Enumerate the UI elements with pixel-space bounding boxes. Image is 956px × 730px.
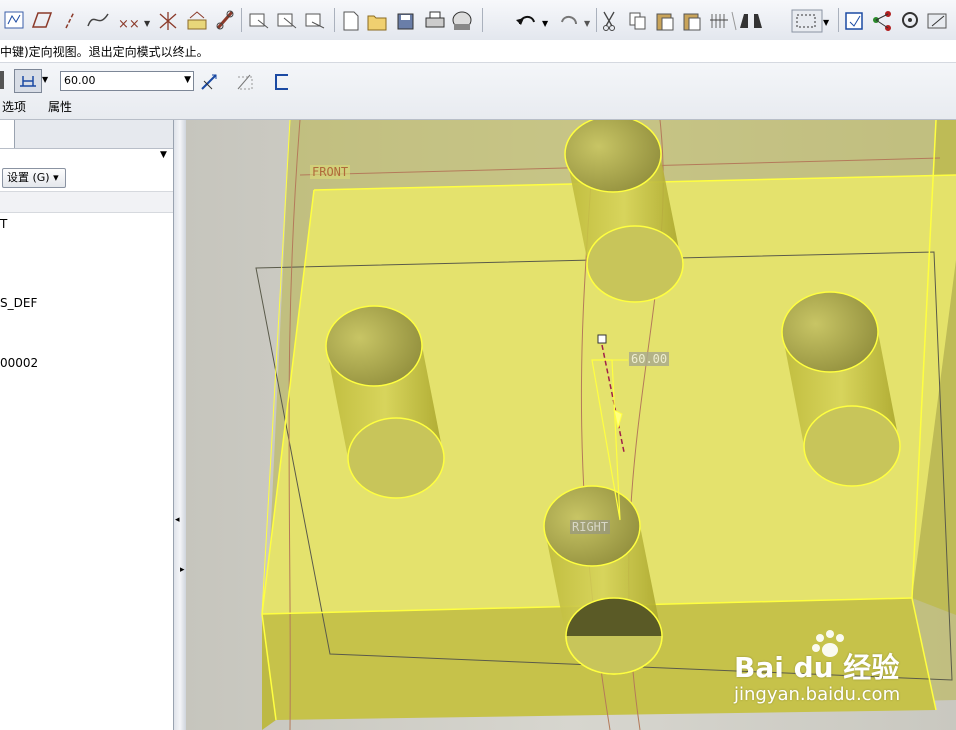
undo-icon[interactable]: ▼ — [516, 16, 549, 28]
tree-item[interactable]: S_DEF — [0, 296, 37, 310]
view-icon[interactable] — [249, 13, 269, 29]
regenerate-icon[interactable] — [710, 14, 728, 28]
tree-header — [0, 191, 173, 213]
dimension-label[interactable]: 60.00 — [629, 352, 670, 366]
help-icon[interactable] — [927, 13, 947, 29]
email-icon[interactable] — [452, 11, 472, 30]
new-icon[interactable] — [343, 11, 359, 31]
remove-material-icon[interactable] — [237, 74, 253, 90]
depth-value-field[interactable]: 60.00 ▼ — [60, 71, 194, 91]
settings-icon[interactable] — [902, 12, 918, 28]
svg-text:▼: ▼ — [823, 18, 830, 27]
select-box-icon[interactable]: ▼ — [791, 9, 830, 33]
paste-special-icon[interactable] — [683, 13, 701, 31]
tree-item[interactable]: 00002 — [0, 356, 38, 370]
redo-icon[interactable]: ▼ — [561, 16, 591, 28]
settings-button-label: 设置 (G) ▾ — [7, 171, 59, 184]
open-icon[interactable] — [367, 15, 387, 31]
main-toolbar: ×× ▼ ▼ ▼ ▼ — [0, 0, 956, 41]
watermark-brand: Bai du 经验 — [734, 651, 900, 684]
paste-icon[interactable] — [656, 13, 674, 31]
svg-text:▼: ▼ — [144, 19, 151, 28]
print-icon[interactable] — [425, 11, 445, 28]
datum-label-right[interactable]: RIGHT — [570, 520, 611, 534]
depth-value-text: 60.00 — [64, 74, 96, 87]
depth-type-dropdown[interactable]: ▼ — [42, 75, 48, 84]
copy-icon[interactable] — [629, 12, 646, 30]
link-icon[interactable] — [216, 10, 234, 30]
message-bar: 中键)定向视图。退出定向模式以终止。 — [0, 40, 956, 63]
panel-tab-header — [0, 120, 173, 149]
plane-icon[interactable] — [31, 12, 53, 28]
settings-button[interactable]: 设置 (G) ▾ — [2, 168, 66, 188]
expand-right-icon[interactable]: ▸ — [180, 565, 185, 575]
panel-tab[interactable] — [0, 120, 15, 148]
sketch-icon[interactable] — [4, 11, 24, 29]
feature-dashboard: ▼ 60.00 ▼ 选项 属性 — [0, 63, 956, 120]
find-icon[interactable] — [740, 14, 762, 28]
tab-properties[interactable]: 属性 — [48, 98, 72, 115]
thicken-icon[interactable] — [275, 74, 288, 90]
cut-icon[interactable] — [603, 11, 615, 31]
tab-options[interactable]: 选项 — [2, 98, 26, 115]
analysis-icon[interactable] — [187, 11, 207, 30]
point-icon[interactable]: ×× ▼ — [118, 17, 151, 32]
datum-label-front[interactable]: FRONT — [310, 165, 351, 179]
left-edge-icon[interactable] — [0, 71, 4, 89]
model-tree-icon[interactable] — [845, 12, 863, 30]
tree-item[interactable]: T — [0, 217, 7, 231]
panel-splitter[interactable]: ◂ ▸ — [174, 120, 186, 730]
svg-text:××: ×× — [118, 17, 140, 32]
save-icon[interactable] — [397, 13, 414, 30]
dashboard-tools — [201, 74, 288, 90]
svg-text:▼: ▼ — [584, 19, 591, 28]
panel-dropdown-arrow[interactable]: ▼ — [160, 150, 167, 160]
blind-depth-icon — [20, 76, 36, 87]
toolbar-icons: ×× ▼ ▼ ▼ ▼ — [4, 8, 947, 33]
relations-icon[interactable] — [873, 11, 891, 31]
collapse-left-icon[interactable]: ◂ — [175, 515, 180, 525]
csys-icon[interactable] — [159, 12, 177, 30]
model-tree-panel: ▼ 设置 (G) ▾ T S_DEF 00002 — [0, 120, 174, 730]
flip-direction-icon[interactable] — [201, 74, 217, 90]
regenerate-manager-icon[interactable] — [731, 11, 737, 31]
curve-icon[interactable] — [87, 13, 109, 27]
axis-icon[interactable] — [65, 11, 75, 29]
chevron-down-icon[interactable]: ▼ — [184, 75, 191, 85]
svg-text:▼: ▼ — [542, 19, 549, 28]
view2-icon[interactable] — [277, 13, 297, 29]
message-text: 中键)定向视图。退出定向模式以终止。 — [0, 45, 209, 59]
watermark-url: jingyan.baidu.com — [734, 684, 901, 705]
view3-icon[interactable] — [305, 13, 325, 29]
depth-type-button[interactable] — [14, 69, 42, 93]
